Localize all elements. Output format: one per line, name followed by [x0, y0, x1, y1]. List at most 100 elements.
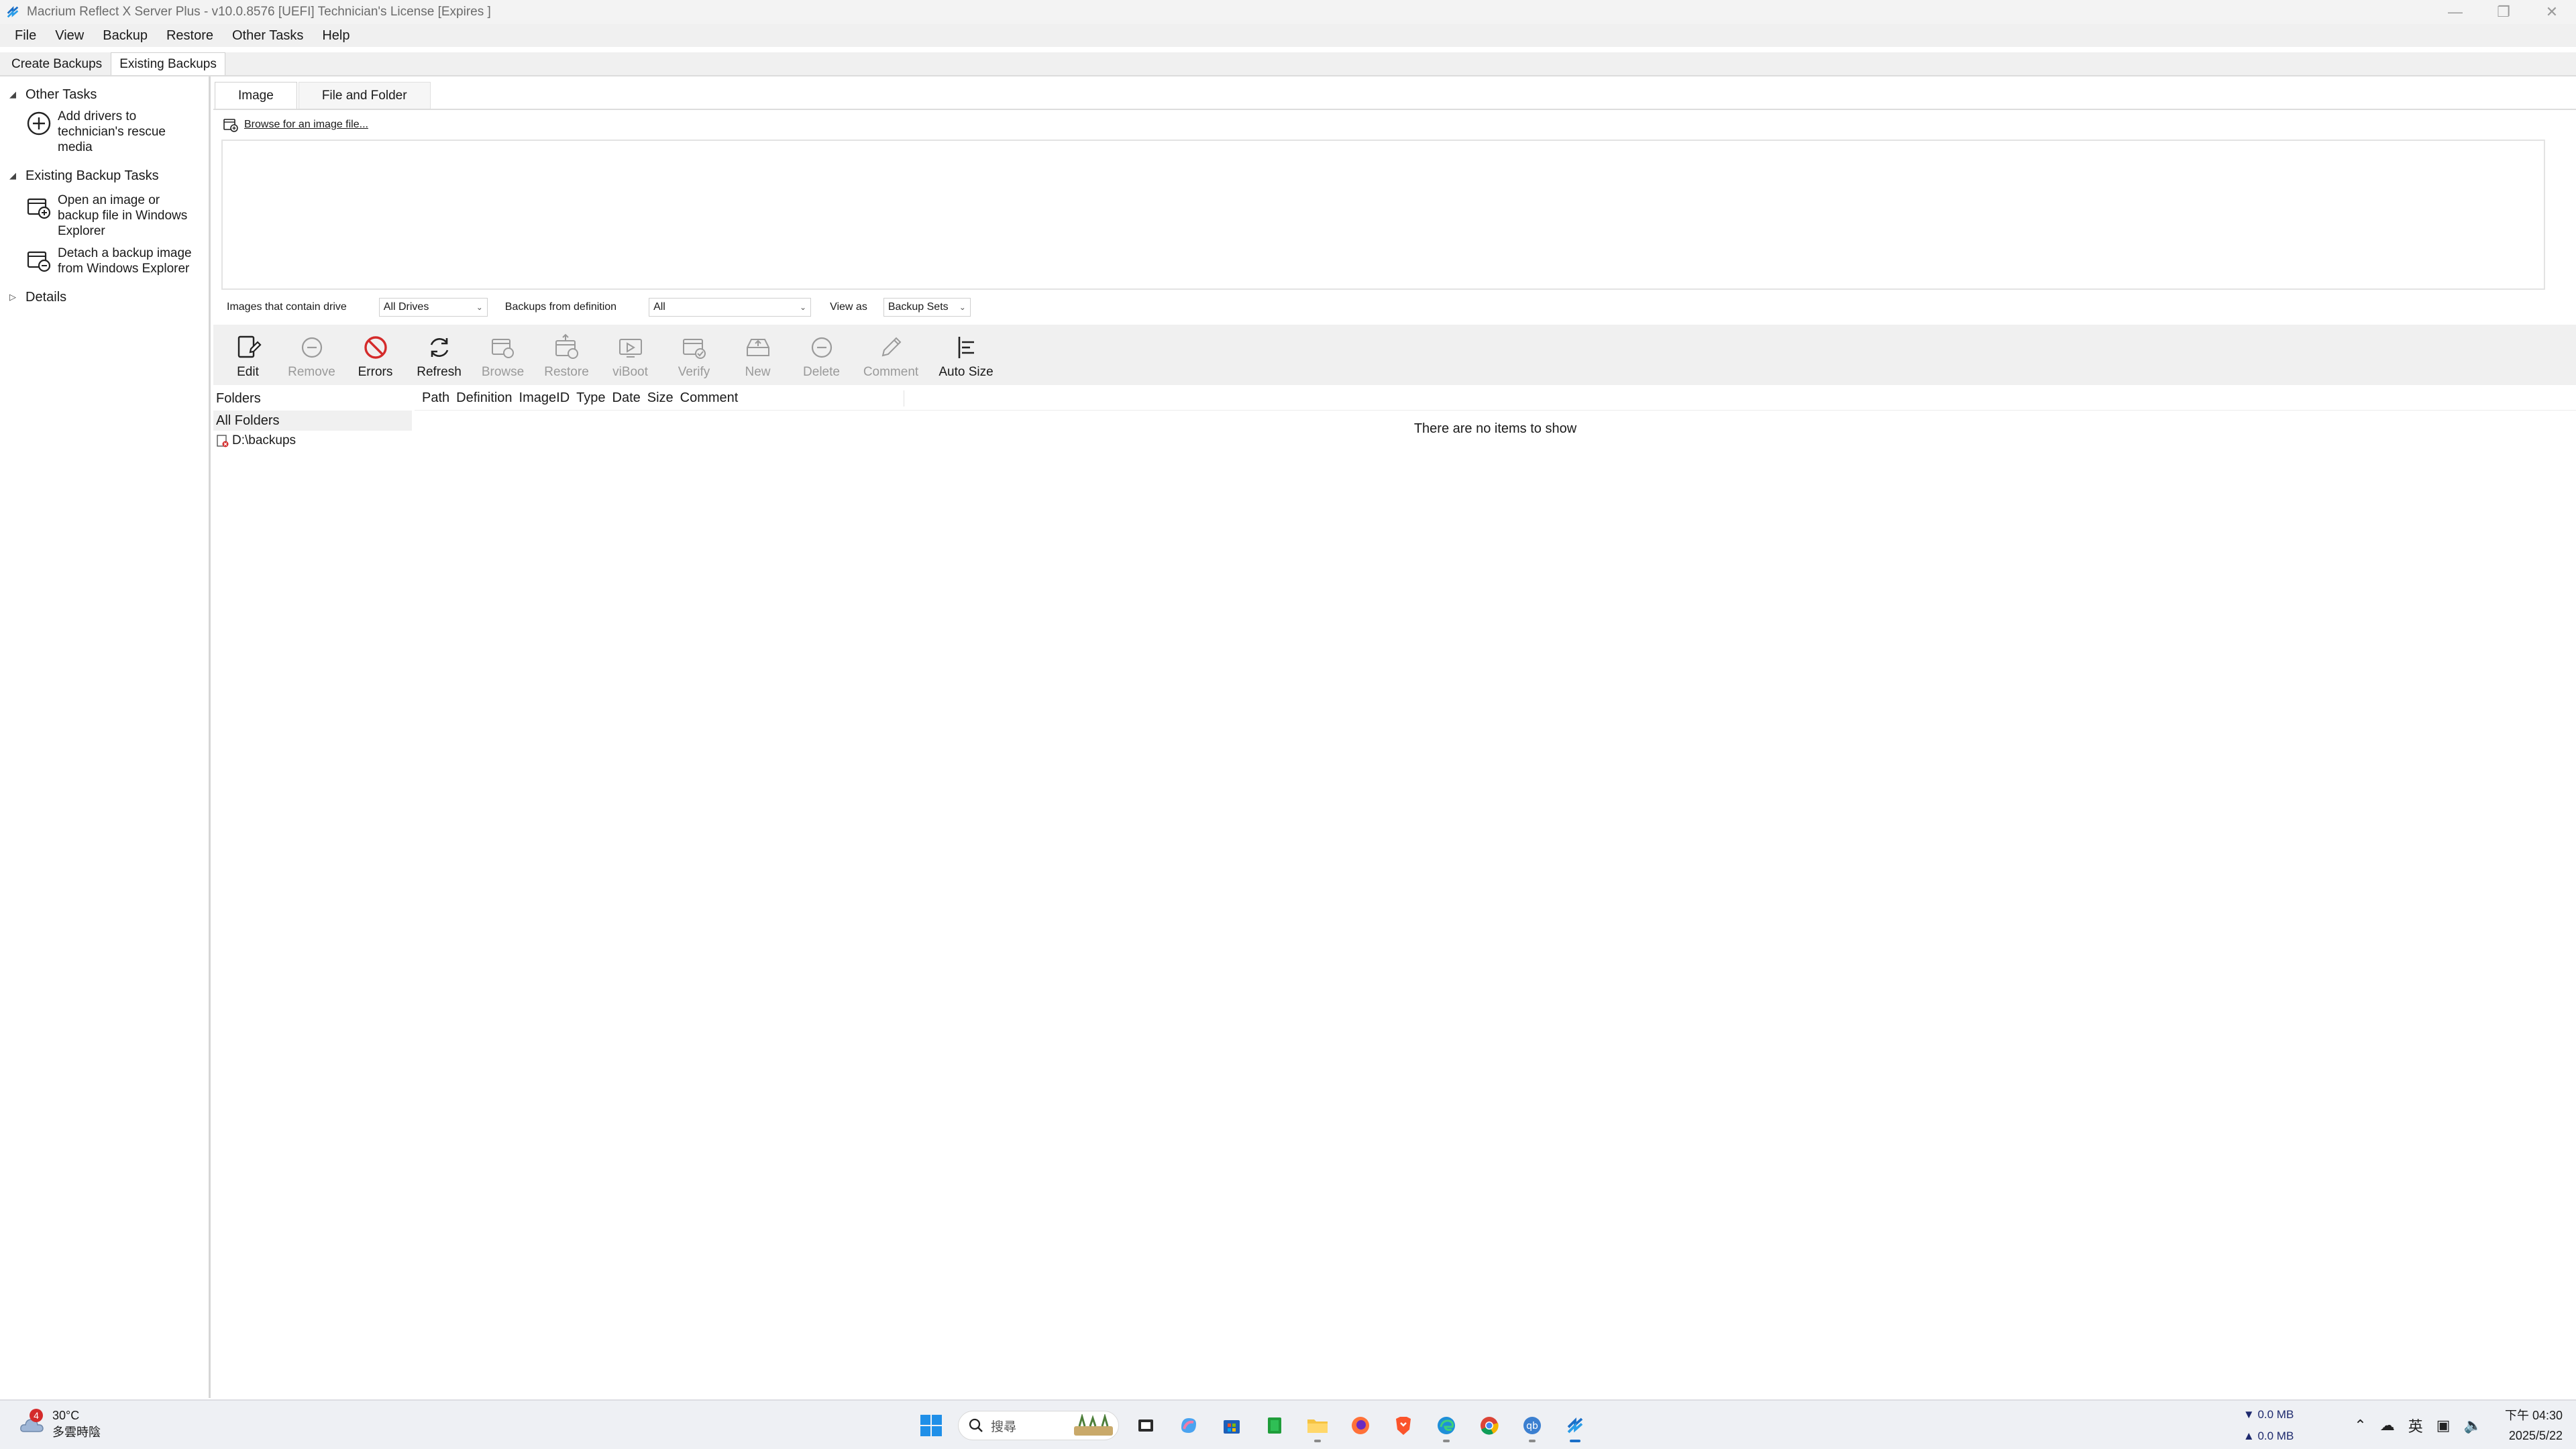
- errors-button[interactable]: Errors: [343, 327, 407, 382]
- taskbar-search[interactable]: 搜尋: [958, 1411, 1119, 1440]
- menu-file[interactable]: File: [5, 28, 46, 44]
- column-size[interactable]: Size: [644, 390, 677, 406]
- new-button[interactable]: New: [726, 327, 790, 382]
- sidebar-group-title: Details: [25, 289, 67, 305]
- column-type[interactable]: Type: [573, 390, 608, 406]
- close-button[interactable]: ✕: [2528, 0, 2576, 24]
- view-as-select[interactable]: Backup Sets ⌄: [883, 298, 971, 317]
- chevron-down-icon: ⌄: [476, 303, 483, 312]
- tab-create-backups[interactable]: Create Backups: [3, 52, 111, 75]
- restore-button[interactable]: ❐: [2479, 0, 2528, 24]
- column-imageid[interactable]: ImageID: [516, 390, 574, 406]
- sidebar-group-details[interactable]: ▷ Details: [0, 286, 209, 309]
- taskbar-chrome[interactable]: [1471, 1407, 1507, 1444]
- comment-button[interactable]: Comment: [853, 327, 928, 382]
- sidebar-group-existing-backup-tasks[interactable]: ◢ Existing Backup Tasks: [0, 164, 209, 187]
- running-indicator: [1443, 1440, 1450, 1442]
- column-comment[interactable]: Comment: [677, 390, 742, 406]
- tab-file-and-folder[interactable]: File and Folder: [298, 82, 431, 109]
- verify-button[interactable]: Verify: [662, 327, 726, 382]
- menu-help[interactable]: Help: [313, 28, 359, 44]
- ime-indicator[interactable]: 英: [2408, 1415, 2423, 1436]
- remove-icon: [301, 337, 322, 358]
- taskbar-macrium[interactable]: [1557, 1407, 1593, 1444]
- sidebar-item-label: Open an image or backup file in Windows …: [58, 193, 188, 238]
- net-upload: ▲ 0.0 MB: [2243, 1430, 2294, 1442]
- taskbar-edge[interactable]: [1428, 1407, 1464, 1444]
- clock[interactable]: 下午 04:30 2025/5/22: [2505, 1405, 2563, 1446]
- volume-icon[interactable]: 🔈: [2464, 1417, 2482, 1434]
- drive-filter-select[interactable]: All Drives ⌄: [378, 298, 488, 317]
- definition-filter-select[interactable]: All ⌄: [649, 298, 812, 317]
- remove-button[interactable]: Remove: [280, 327, 343, 382]
- menu-backup[interactable]: Backup: [93, 28, 157, 44]
- definition-filter-value: All: [653, 301, 665, 313]
- toolbar-label: New: [745, 365, 771, 379]
- auto-size-button[interactable]: Auto Size: [928, 327, 1004, 382]
- browse-button[interactable]: Browse: [471, 327, 535, 382]
- search-icon: [969, 1418, 983, 1432]
- collapse-triangle-icon[interactable]: ◢: [9, 89, 20, 100]
- menu-restore[interactable]: Restore: [157, 28, 223, 44]
- sidebar-group-other-tasks[interactable]: ◢ Other Tasks: [0, 83, 209, 106]
- brave-icon: [1396, 1417, 1411, 1435]
- chevron-up-icon[interactable]: ⌃: [2354, 1417, 2366, 1434]
- tab-image[interactable]: Image: [215, 82, 297, 109]
- toolbar-label: Auto Size: [938, 365, 994, 379]
- taskbar-copilot[interactable]: [1171, 1407, 1207, 1444]
- chevron-down-icon: ⌄: [959, 303, 966, 312]
- taskbar-firefox[interactable]: [1342, 1407, 1379, 1444]
- column-definition[interactable]: Definition: [453, 390, 515, 406]
- taskbar-file-explorer[interactable]: [1299, 1407, 1336, 1444]
- column-date[interactable]: Date: [609, 390, 644, 406]
- edit-button[interactable]: Edit: [216, 327, 280, 382]
- collapse-triangle-icon[interactable]: ◢: [9, 170, 20, 181]
- view-as-value: Backup Sets: [888, 301, 949, 313]
- start-button[interactable]: [913, 1407, 949, 1444]
- toolbar-label: Browse: [481, 365, 525, 379]
- delete-button[interactable]: Delete: [790, 327, 853, 382]
- sidebar-group-title: Other Tasks: [25, 87, 97, 102]
- minimize-button[interactable]: —: [2431, 0, 2479, 24]
- verify-icon: [682, 339, 706, 359]
- sidebar-item-open-image[interactable]: Open an image or backup file in Windows …: [0, 193, 209, 239]
- window-controls: — ❐ ✕: [2431, 0, 2576, 24]
- column-path[interactable]: Path: [419, 390, 453, 406]
- folder-label: D:\backups: [232, 433, 297, 447]
- toolbar-label: Delete: [803, 365, 840, 379]
- restore-icon: [555, 333, 578, 359]
- weather-temperature: 30°C: [52, 1409, 80, 1422]
- running-indicator: [1314, 1440, 1321, 1442]
- onedrive-cloud-icon[interactable]: ☁: [2380, 1417, 2395, 1434]
- filter-bar: Images that contain drive All Drives ⌄ B…: [227, 295, 971, 319]
- toolbar-label: viBoot: [612, 365, 648, 379]
- sidebar-group-title: Existing Backup Tasks: [25, 168, 159, 183]
- toolbar-label: Restore: [544, 365, 589, 379]
- taskbar-green-app[interactable]: [1256, 1407, 1293, 1444]
- refresh-button[interactable]: Refresh: [407, 327, 471, 382]
- folder-all-folders[interactable]: All Folders: [213, 411, 412, 431]
- weather-badge: 4: [30, 1408, 43, 1422]
- restore-button[interactable]: Restore: [535, 327, 598, 382]
- folder-item[interactable]: D:\backups: [213, 431, 415, 451]
- backup-folder-icon: [217, 435, 229, 447]
- weather-widget[interactable]: 4 30°C 多雲時陰: [17, 1408, 101, 1440]
- menu-other-tasks[interactable]: Other Tasks: [223, 28, 313, 44]
- sidebar-item-add-drivers[interactable]: Add drivers to technician's rescue media: [0, 109, 209, 155]
- expand-triangle-icon[interactable]: ▷: [9, 292, 20, 303]
- tab-existing-backups[interactable]: Existing Backups: [111, 52, 225, 75]
- network-icon[interactable]: ▣: [2436, 1417, 2451, 1434]
- image-drop-area[interactable]: [221, 140, 2545, 290]
- browse-image-link[interactable]: Browse for an image file...: [244, 119, 368, 131]
- net-download: ▼ 0.0 MB: [2243, 1408, 2294, 1421]
- menu-view[interactable]: View: [46, 28, 93, 44]
- taskbar-brave[interactable]: [1385, 1407, 1421, 1444]
- viboot-button[interactable]: viBoot: [598, 327, 662, 382]
- drive-filter-value: All Drives: [383, 301, 429, 313]
- taskbar-store[interactable]: [1214, 1407, 1250, 1444]
- sidebar-item-detach-image[interactable]: Detach a backup image from Windows Explo…: [0, 246, 209, 276]
- main-tabs: Create Backups Existing Backups: [0, 52, 2576, 75]
- taskbar-qbittorrent[interactable]: qb: [1514, 1407, 1550, 1444]
- taskbar-task-view[interactable]: [1128, 1407, 1164, 1444]
- clock-time: 下午 04:30: [2504, 1409, 2563, 1422]
